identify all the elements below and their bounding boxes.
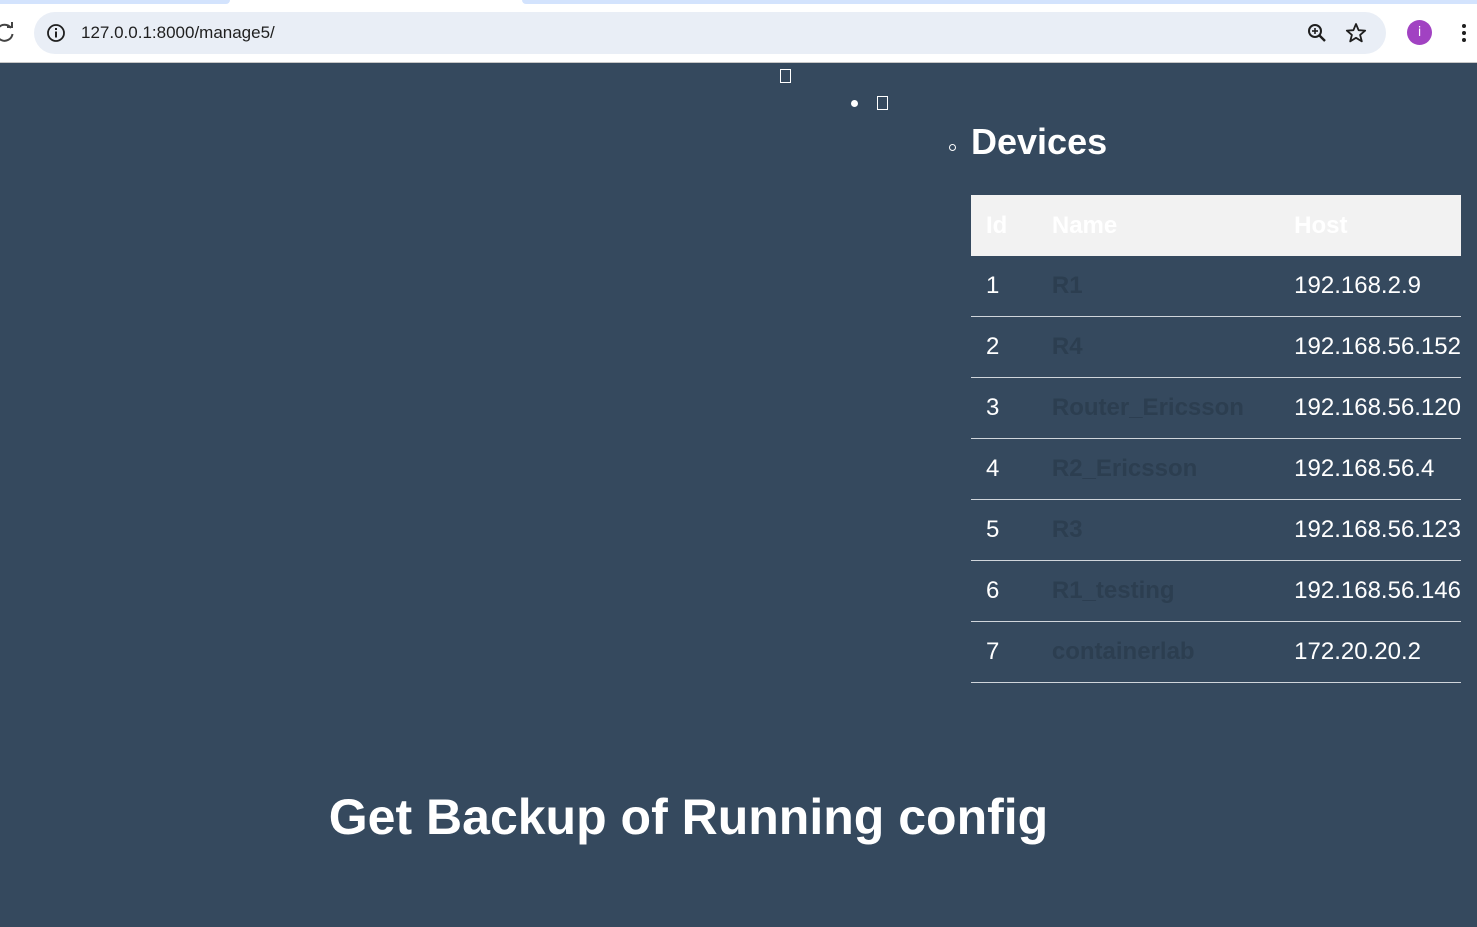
- list-bullet-circle: [949, 144, 956, 151]
- device-host: 192.168.56.123: [1279, 499, 1461, 561]
- device-name-link[interactable]: R2_Ericsson: [1036, 438, 1280, 500]
- device-id: 4: [971, 438, 1037, 500]
- device-id: 6: [971, 560, 1037, 622]
- device-id: 1: [971, 256, 1037, 317]
- reload-icon[interactable]: [0, 22, 16, 44]
- table-row: 2 R4 192.168.56.152: [971, 316, 1461, 378]
- device-name-link[interactable]: R1: [1036, 256, 1280, 317]
- devices-heading: Devices: [971, 121, 1108, 162]
- tab-left-edge[interactable]: [0, 0, 230, 4]
- device-host: 192.168.56.146: [1279, 560, 1461, 622]
- table-row: 3 Router_Ericsson 192.168.56.120: [971, 377, 1461, 439]
- profile-avatar[interactable]: i: [1407, 20, 1432, 45]
- table-row: 5 R3 192.168.56.123: [971, 499, 1461, 561]
- table-row: 6 R1_testing 192.168.56.146: [971, 560, 1461, 622]
- column-header-name: Name: [1036, 195, 1280, 256]
- backup-heading: Get Backup of Running config: [328, 789, 1049, 845]
- device-host: 172.20.20.2: [1279, 621, 1461, 683]
- address-bar[interactable]: 127.0.0.1:8000/manage5/: [34, 12, 1386, 54]
- device-host: 192.168.2.9: [1279, 256, 1461, 317]
- tab-strip: [0, 0, 1477, 12]
- zoom-icon[interactable]: [1306, 22, 1328, 44]
- tab-right-edge[interactable]: [522, 0, 1477, 4]
- column-header-id: Id: [971, 195, 1037, 256]
- browser-toolbar: 127.0.0.1:8000/manage5/ i: [0, 0, 1477, 63]
- table-row: 1 R1 192.168.2.9: [971, 256, 1461, 317]
- device-name-link[interactable]: R4: [1036, 316, 1280, 378]
- more-menu-icon[interactable]: [1454, 22, 1474, 44]
- column-header-host: Host: [1279, 195, 1461, 256]
- device-name-link[interactable]: containerlab: [1036, 621, 1280, 683]
- device-name-link[interactable]: Router_Ericsson: [1036, 377, 1280, 439]
- missing-glyph-icon: [780, 69, 791, 83]
- device-id: 2: [971, 316, 1037, 378]
- missing-glyph-icon: [877, 96, 888, 110]
- url-text[interactable]: 127.0.0.1:8000/manage5/: [81, 23, 275, 43]
- table-row: 4 R2_Ericsson 192.168.56.4: [971, 438, 1461, 500]
- device-host: 192.168.56.152: [1279, 316, 1461, 378]
- device-host: 192.168.56.120: [1279, 377, 1461, 439]
- device-id: 5: [971, 499, 1037, 561]
- device-name-link[interactable]: R3: [1036, 499, 1280, 561]
- device-id: 7: [971, 621, 1037, 683]
- device-host: 192.168.56.4: [1279, 438, 1461, 500]
- bookmark-star-icon[interactable]: [1345, 22, 1367, 44]
- table-header-row: Id Name Host: [971, 195, 1461, 256]
- devices-table: Id Name Host 1 R1 192.168.2.9 2 R4 192.1…: [971, 195, 1461, 683]
- device-id: 3: [971, 377, 1037, 439]
- device-name-link[interactable]: R1_testing: [1036, 560, 1280, 622]
- table-row: 7 containerlab 172.20.20.2: [971, 621, 1461, 683]
- site-info-icon[interactable]: [45, 22, 67, 44]
- list-bullet: [851, 100, 858, 107]
